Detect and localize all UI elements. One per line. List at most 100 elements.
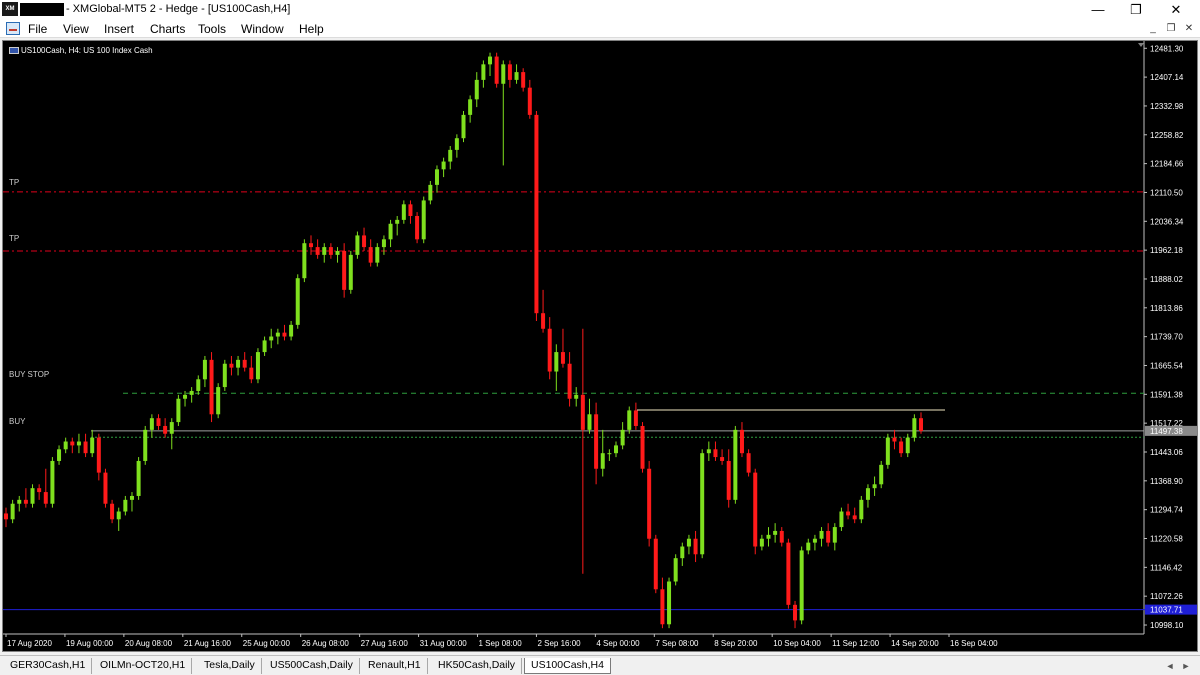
time-tick-label: 20 Aug 08:00 bbox=[125, 639, 173, 648]
candle-body bbox=[773, 530, 778, 535]
tab-oilmn-oct20[interactable]: OILMn-OCT20,H1 bbox=[94, 658, 193, 674]
candle-body bbox=[839, 511, 844, 528]
candle-body bbox=[408, 204, 413, 216]
candle-body bbox=[368, 247, 373, 263]
price-tick-label: 11072.26 bbox=[1150, 592, 1183, 601]
candle-body bbox=[103, 472, 108, 504]
candle-body bbox=[415, 215, 420, 240]
price-tick-label: 12184.66 bbox=[1150, 160, 1184, 169]
candle-body bbox=[700, 453, 705, 555]
candle-body bbox=[892, 437, 897, 442]
candle-body bbox=[461, 114, 466, 139]
candle-body bbox=[335, 250, 340, 255]
buy-line-label: BUY bbox=[9, 417, 26, 426]
chart-canvas[interactable]: 12481.30 12407.14 12332.98 12258.82 12184.66… bbox=[3, 41, 1197, 651]
candle-body bbox=[196, 379, 201, 391]
tab-ger30cash[interactable]: GER30Cash,H1 bbox=[4, 658, 93, 674]
mdi-close-button[interactable]: ✕ bbox=[1182, 22, 1196, 35]
price-tick-label: 11888.02 bbox=[1150, 275, 1183, 284]
chart-window-icon[interactable] bbox=[6, 22, 20, 35]
candle-body bbox=[912, 418, 917, 438]
chart-symbol-label: US100Cash, H4: US 100 Index Cash bbox=[9, 46, 153, 55]
candle-body bbox=[587, 414, 592, 430]
candle-body bbox=[328, 247, 333, 255]
candle-body bbox=[846, 511, 851, 516]
chart-shift-marker-icon bbox=[1138, 43, 1144, 47]
tab-us100cash-active[interactable]: US100Cash,H4 bbox=[524, 658, 611, 674]
candle-body bbox=[269, 336, 274, 341]
price-tick-label: 11368.90 bbox=[1150, 477, 1183, 486]
candle-body bbox=[176, 398, 181, 423]
candle-body bbox=[560, 352, 565, 364]
candle-body bbox=[434, 169, 439, 185]
candle-body bbox=[686, 538, 691, 547]
tab-tesla[interactable]: Tesla,Daily bbox=[198, 658, 262, 674]
candle-body bbox=[149, 418, 154, 430]
candle-body bbox=[481, 64, 486, 80]
account-redaction bbox=[20, 3, 64, 16]
candle-body bbox=[295, 278, 300, 325]
menu-help[interactable]: Help bbox=[299, 22, 324, 36]
tab-renault[interactable]: Renault,H1 bbox=[362, 658, 428, 674]
candle-body bbox=[236, 359, 241, 368]
menu-tools[interactable]: Tools bbox=[198, 22, 226, 36]
time-tick-label: 2 Sep 16:00 bbox=[537, 639, 581, 648]
candle-body bbox=[667, 581, 672, 625]
candle-body bbox=[421, 200, 426, 240]
candle-body bbox=[262, 340, 267, 353]
candle-body bbox=[209, 359, 214, 415]
us-flag-icon bbox=[9, 47, 19, 54]
price-tick-label: 10998.10 bbox=[1150, 621, 1184, 630]
candle-body bbox=[819, 530, 824, 539]
minimize-button[interactable]: — bbox=[1080, 0, 1116, 20]
time-tick-label: 16 Sep 04:00 bbox=[950, 639, 998, 648]
candle-body bbox=[899, 441, 904, 454]
candle-body bbox=[183, 394, 188, 399]
candle-body bbox=[673, 558, 678, 582]
candle-body bbox=[521, 72, 526, 88]
candle-body bbox=[116, 511, 121, 520]
candle-body bbox=[534, 114, 539, 314]
candle-body bbox=[202, 359, 207, 380]
candle-body bbox=[322, 247, 327, 255]
candle-body bbox=[362, 235, 367, 248]
candle-body bbox=[10, 503, 15, 520]
menu-window[interactable]: Window bbox=[241, 22, 284, 36]
candle-body bbox=[309, 243, 313, 248]
candle-body bbox=[859, 499, 864, 520]
xm-logo-icon: XM bbox=[2, 2, 18, 16]
menu-view[interactable]: View bbox=[63, 22, 89, 36]
price-chart[interactable]: 12481.30 12407.14 12332.98 12258.82 12184.66… bbox=[2, 40, 1198, 652]
blue-price-label: 11037.71 bbox=[1150, 606, 1183, 615]
candle-body bbox=[17, 499, 22, 504]
candle-body bbox=[812, 538, 817, 543]
tab-scroll-left-icon[interactable]: ◄ bbox=[1164, 660, 1176, 672]
candle-body bbox=[348, 254, 353, 290]
candle-body bbox=[375, 247, 380, 263]
mdi-restore-button[interactable]: ❐ bbox=[1164, 22, 1178, 35]
candle-body bbox=[57, 449, 62, 461]
close-button[interactable]: ✕ bbox=[1158, 0, 1194, 20]
candle-body bbox=[428, 184, 433, 201]
menu-file[interactable]: File bbox=[28, 22, 47, 36]
candle-body bbox=[905, 437, 910, 454]
price-tick-label: 11591.38 bbox=[1150, 390, 1183, 399]
menu-charts[interactable]: Charts bbox=[150, 22, 185, 36]
tp-line-label-1: TP bbox=[9, 178, 20, 187]
time-tick-label: 17 Aug 2020 bbox=[7, 639, 52, 648]
tab-us500cash[interactable]: US500Cash,Daily bbox=[264, 658, 360, 674]
tab-hk50cash[interactable]: HK50Cash,Daily bbox=[432, 658, 523, 674]
buy-stop-line-label: BUY STOP bbox=[9, 370, 50, 379]
maximize-button[interactable]: ❐ bbox=[1118, 0, 1154, 20]
candle-body bbox=[275, 332, 280, 337]
tab-scroll-right-icon[interactable]: ► bbox=[1180, 660, 1192, 672]
mdi-minimize-button[interactable]: _ bbox=[1146, 22, 1160, 35]
menu-insert[interactable]: Insert bbox=[104, 22, 134, 36]
candle-body bbox=[129, 495, 134, 500]
candle-body bbox=[739, 429, 744, 454]
candle-body bbox=[852, 515, 857, 520]
candle-body bbox=[706, 449, 711, 454]
candle-body bbox=[547, 328, 552, 372]
candle-body bbox=[289, 324, 294, 337]
time-tick-label: 8 Sep 20:00 bbox=[714, 639, 758, 648]
